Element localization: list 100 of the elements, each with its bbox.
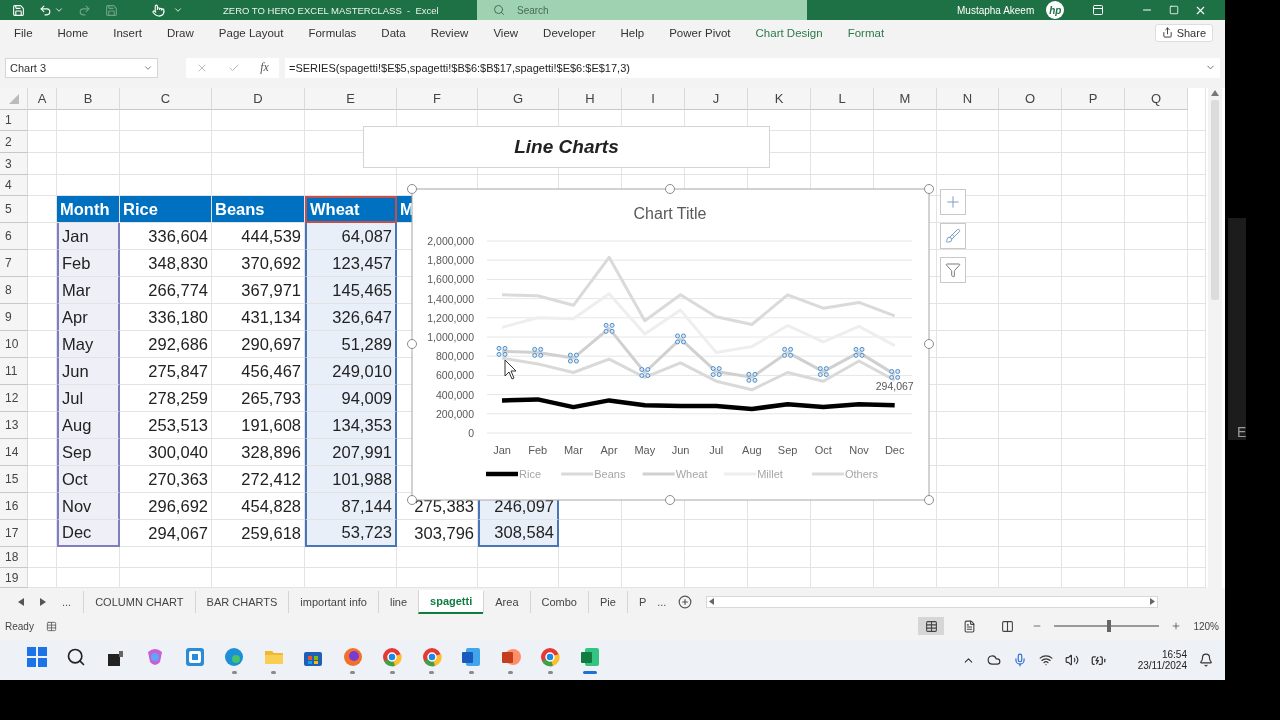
point-marker[interactable] [817,366,829,378]
notifications-icon[interactable] [1199,653,1213,667]
macro-record-icon[interactable] [45,620,57,632]
row-number[interactable]: 7 [0,250,28,277]
chart-styles-button[interactable] [940,223,966,249]
ribbon-tab[interactable]: Formulas [308,26,357,39]
scroll-right-icon[interactable] [1150,598,1156,605]
undo-icon[interactable] [39,3,52,17]
ribbon-tab[interactable]: Help [620,26,645,39]
row-number[interactable]: 12 [0,385,28,412]
resize-handle[interactable] [407,495,417,505]
column-header[interactable]: K [748,88,811,110]
row-number[interactable]: 1 [0,110,28,131]
series-line[interactable] [501,397,895,412]
row-number[interactable]: 19 [0,568,28,588]
ribbon-tab[interactable]: Review [430,26,469,39]
search-icon[interactable] [66,647,87,667]
resize-handle[interactable] [407,339,417,349]
volume-icon[interactable] [1064,653,1079,667]
more-tabs-button[interactable]: ... [657,595,667,608]
point-marker[interactable] [710,366,722,378]
row-number[interactable]: 15 [0,466,28,493]
column-header[interactable]: O [999,88,1062,110]
row-number[interactable]: 10 [0,331,28,358]
add-sheet-icon[interactable] [678,594,693,609]
ribbon-tab[interactable]: Page Layout [218,26,284,39]
column-header[interactable]: B [57,88,120,110]
column-header[interactable]: N [937,88,999,110]
customize-icon[interactable] [173,5,183,15]
row-number[interactable]: 6 [0,223,28,250]
resize-handle[interactable] [665,184,675,194]
column-header[interactable]: L [811,88,874,110]
chart-filters-button[interactable] [940,257,966,283]
firefox-icon[interactable] [341,646,364,668]
row-number[interactable]: 2 [0,131,28,153]
ribbon-tab[interactable]: Power Pivot [669,26,731,39]
insert-function-button[interactable]: fx [260,60,269,75]
select-all-icon[interactable] [8,93,19,104]
column-header[interactable]: D [212,88,305,110]
resize-handle[interactable] [924,184,934,194]
caret-icon[interactable] [54,5,64,15]
scroll-left-icon[interactable] [18,597,24,606]
row-number[interactable]: 18 [0,547,28,568]
point-marker[interactable] [675,333,686,345]
resize-handle[interactable] [924,495,934,505]
ribbon-tab[interactable]: Draw [167,26,194,39]
sheet-tab[interactable]: BAR CHARTS [194,590,289,613]
ribbon-tab[interactable]: View [493,26,519,39]
column-header[interactable]: M [874,88,937,110]
row-number[interactable]: 17 [0,520,28,547]
ribbon-tab[interactable]: Insert [113,26,142,39]
excel-icon[interactable] [578,646,601,668]
row-number[interactable]: 4 [0,175,28,196]
ribbon-tab[interactable]: Data [381,26,406,39]
row-number[interactable]: 9 [0,304,28,331]
chrome-icon[interactable] [381,646,404,668]
save-icon[interactable] [12,3,25,17]
horizontal-scrollbar[interactable] [706,595,1159,608]
sheet-tab[interactable]: Pie [588,590,627,613]
sheet-tab[interactable]: COLUMN CHART [83,590,195,613]
row-number[interactable]: 14 [0,439,28,466]
chrome-icon[interactable] [420,646,443,668]
resize-handle[interactable] [665,495,675,505]
ribbon-tab[interactable]: Developer [543,26,596,39]
chart-area[interactable] [411,188,930,501]
column-header[interactable]: Q [1125,88,1188,110]
ribbon-tab[interactable]: Format [847,26,885,39]
column-header[interactable]: F [397,88,478,110]
wifi-icon[interactable] [1038,653,1053,667]
zoom-in-icon[interactable] [1171,621,1182,631]
zoom-thumb[interactable] [1107,620,1111,632]
column-header[interactable]: P [1062,88,1125,110]
powerpoint-icon[interactable] [499,646,522,668]
row-number[interactable]: 16 [0,493,28,520]
column-header[interactable]: G [478,88,559,110]
column-header[interactable]: I [622,88,685,110]
word-icon[interactable] [460,646,483,668]
sheet-tab[interactable]: Area [483,590,530,613]
ribbon-tab[interactable]: Home [57,26,89,39]
column-header[interactable]: C [120,88,212,110]
scroll-up-icon[interactable] [1211,90,1219,96]
view-button[interactable] [918,617,945,635]
point-marker[interactable] [782,346,794,358]
sheet-tab[interactable]: important info [288,590,378,613]
column-header[interactable]: J [685,88,748,110]
resize-handle[interactable] [924,339,934,349]
ribbon-tab[interactable]: File [14,26,33,39]
chrome-icon[interactable] [539,646,562,668]
start-icon[interactable] [25,646,48,668]
ribbon-tab[interactable]: Chart Design [755,26,823,39]
point-marker[interactable] [567,352,579,364]
column-header[interactable]: A [28,88,57,110]
touch-mode-icon[interactable] [152,3,165,17]
formula-field[interactable]: =SERIES(spagetti!$E$5,spagetti!$B$6:$B$17,spagetti!$E$6:$E$17,3) [285,57,1220,78]
more-tabs-button[interactable]: ... [62,595,72,608]
resize-handle[interactable] [407,184,417,194]
edge-icon[interactable] [223,646,246,668]
point-marker[interactable] [853,346,865,358]
point-marker[interactable] [889,368,901,380]
row-number[interactable]: 8 [0,277,28,304]
